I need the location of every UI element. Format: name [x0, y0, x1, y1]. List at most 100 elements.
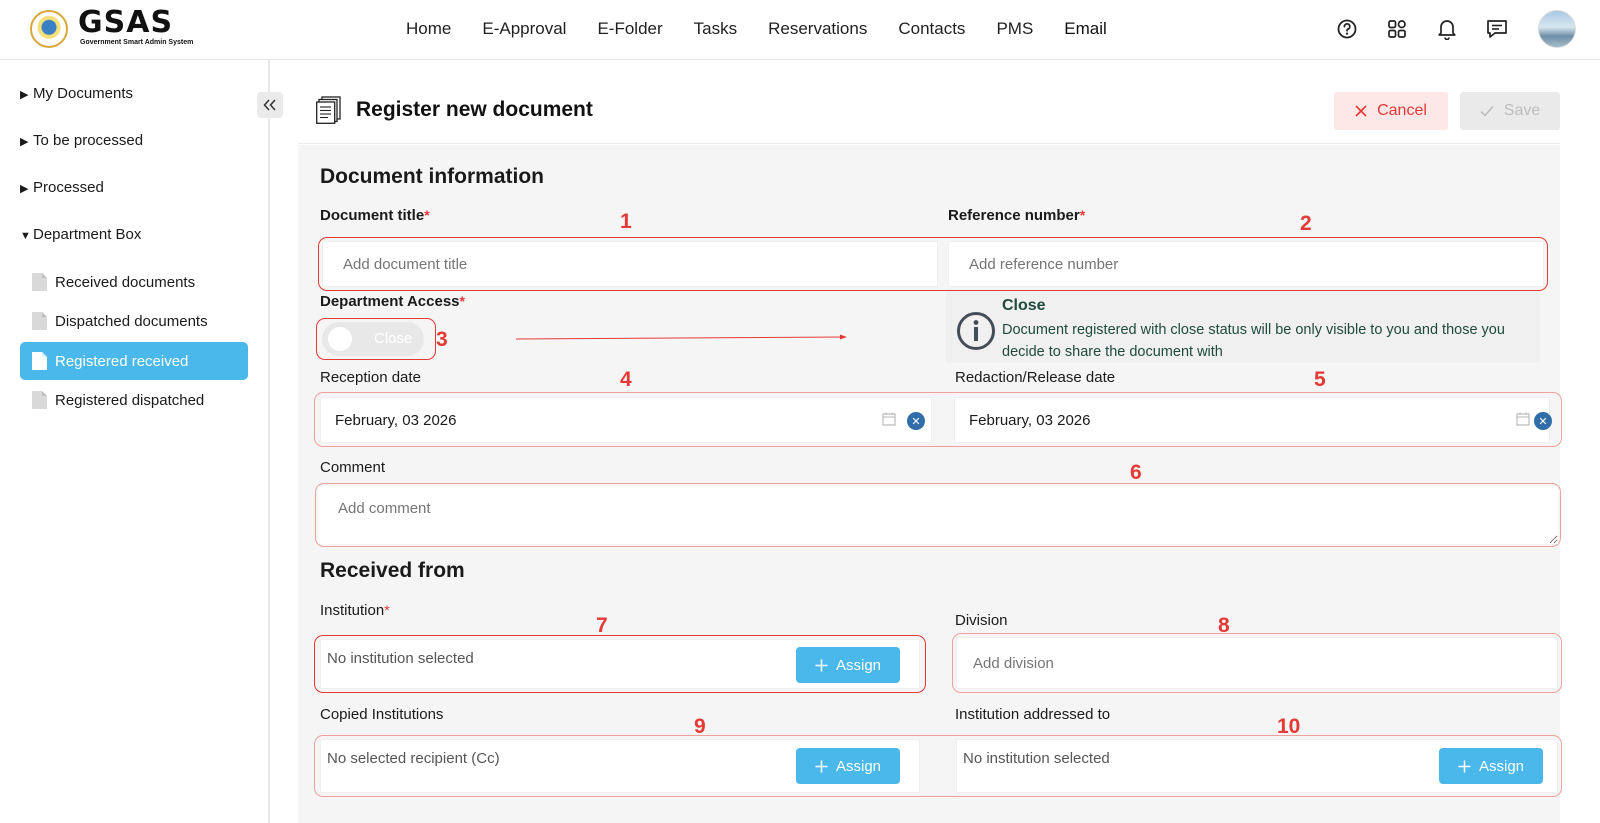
sidebar-item-registered-dispatched[interactable]: Registered dispatched: [20, 381, 248, 419]
division-label: Division: [955, 612, 1008, 629]
sidebar-item-received-documents[interactable]: Received documents: [20, 263, 248, 301]
calendar-icon[interactable]: [1516, 412, 1530, 426]
nav-reservations[interactable]: Reservations: [768, 18, 867, 40]
app-logo[interactable]: GSAS Government Smart Admin System: [30, 8, 205, 52]
assign-addressed-to-button[interactable]: Assign: [1439, 748, 1543, 784]
department-access-label: Department Access*: [320, 293, 465, 310]
sidebar-group-to-be-processed[interactable]: ▶ To be processed: [20, 131, 143, 152]
apps-grid-icon[interactable]: [1384, 16, 1410, 42]
sidebar-group-label: Department Box: [33, 226, 142, 243]
document-stack-icon: [316, 96, 341, 124]
cancel-button[interactable]: Cancel: [1334, 92, 1448, 130]
annotation-arrow: [516, 334, 847, 340]
page-header: Register new document Cancel Save: [298, 88, 1560, 144]
plus-icon: [1458, 760, 1471, 772]
sidebar-group-label: Processed: [33, 179, 104, 196]
required-mark: *: [424, 207, 430, 223]
document-title-label: Document title*: [320, 207, 430, 224]
sidebar-group-department-box[interactable]: ▼ Department Box: [20, 225, 141, 246]
plus-icon: [815, 659, 828, 671]
caret-right-icon: ▶: [20, 89, 29, 101]
close-icon: [1355, 105, 1367, 117]
cancel-label: Cancel: [1377, 102, 1427, 119]
assign-label: Assign: [835, 757, 882, 775]
document-icon: [32, 352, 47, 370]
nav-tasks[interactable]: Tasks: [694, 18, 737, 40]
annotation-number-3: 3: [436, 328, 448, 351]
division-input[interactable]: [956, 637, 1558, 689]
nav-e-folder[interactable]: E-Folder: [597, 18, 662, 40]
assign-label: Assign: [835, 656, 882, 674]
sidebar-group-processed[interactable]: ▶ Processed: [20, 178, 104, 199]
bell-icon[interactable]: [1434, 16, 1460, 42]
calendar-icon[interactable]: [882, 412, 896, 426]
sidebar-item-registered-received[interactable]: Registered received: [20, 342, 248, 380]
toggle-text: Close: [374, 330, 413, 347]
logo-subtitle: Government Smart Admin System: [80, 39, 194, 46]
comment-textarea[interactable]: [318, 486, 1558, 544]
release-date-label: Redaction/Release date: [955, 369, 1116, 386]
institution-empty-text: No institution selected: [327, 650, 474, 667]
annotation-number-5: 5: [1314, 368, 1326, 391]
reception-date-input[interactable]: February, 03 2026: [320, 397, 932, 443]
help-icon[interactable]: [1334, 16, 1360, 42]
department-access-toggle[interactable]: Close: [322, 322, 424, 356]
annotation-number-4: 4: [620, 368, 632, 391]
section-title-document-information: Document information: [320, 165, 544, 188]
copied-institutions-empty-text: No selected recipient (Cc): [327, 750, 500, 767]
assign-label: Assign: [1478, 757, 1525, 775]
sidebar-group-label: To be processed: [33, 132, 144, 149]
document-icon: [32, 273, 47, 291]
government-seal-icon: [30, 10, 68, 48]
sidebar-item-label: Registered dispatched: [55, 391, 205, 409]
toggle-knob: [328, 327, 352, 351]
top-icons: [1310, 10, 1576, 48]
annotation-number-1: 1: [620, 210, 632, 233]
save-button[interactable]: Save: [1460, 92, 1560, 130]
copied-institutions-label: Copied Institutions: [320, 706, 444, 723]
main-nav: Home E-Approval E-Folder Tasks Reservati…: [406, 18, 1107, 40]
nav-email[interactable]: Email: [1064, 18, 1107, 40]
sidebar-item-label: Registered received: [55, 352, 189, 370]
user-avatar[interactable]: [1538, 10, 1576, 48]
sidebar: ▶ My Documents ▶ To be processed ▶ Processe…: [0, 60, 283, 823]
assign-institution-button[interactable]: Assign: [796, 647, 900, 683]
sidebar-item-dispatched-documents[interactable]: Dispatched documents: [20, 302, 248, 340]
assign-copied-institutions-button[interactable]: Assign: [796, 748, 900, 784]
annotation-number-2: 2: [1300, 212, 1312, 235]
collapse-sidebar-button[interactable]: [257, 92, 283, 118]
caret-down-icon: ▼: [20, 230, 31, 242]
access-info-panel: Close Document registered with close sta…: [946, 291, 1540, 363]
nav-e-approval[interactable]: E-Approval: [482, 18, 566, 40]
chat-icon[interactable]: [1484, 16, 1510, 42]
annotation-number-6: 6: [1130, 461, 1142, 484]
document-title-input[interactable]: [322, 241, 938, 287]
reference-number-input[interactable]: [948, 241, 1544, 287]
release-date-input[interactable]: February, 03 2026: [954, 397, 1550, 443]
reception-date-value: February, 03 2026: [335, 411, 457, 429]
comment-label: Comment: [320, 459, 386, 476]
sidebar-item-label: Dispatched documents: [55, 312, 208, 330]
sidebar-item-label: Received documents: [55, 273, 196, 291]
caret-right-icon: ▶: [20, 183, 29, 195]
info-icon: [957, 312, 995, 350]
sidebar-group-label: My Documents: [33, 85, 134, 102]
sidebar-group-my-documents[interactable]: ▶ My Documents: [20, 84, 133, 105]
document-icon: [32, 391, 47, 409]
logo-text: GSAS: [78, 5, 174, 40]
save-label: Save: [1503, 102, 1541, 119]
nav-pms[interactable]: PMS: [996, 18, 1033, 40]
institution-label: Institution*: [320, 602, 390, 619]
reference-number-label: Reference number*: [948, 207, 1086, 224]
clear-date-icon[interactable]: ✕: [907, 412, 925, 430]
access-info-text: Document registered with close status wi…: [1002, 322, 1505, 360]
nav-home[interactable]: Home: [406, 18, 451, 40]
document-icon: [32, 312, 47, 330]
addressed-to-label: Institution addressed to: [955, 706, 1111, 723]
check-icon: [1480, 105, 1494, 117]
access-info-title: Close: [1002, 297, 1046, 314]
required-mark: *: [384, 602, 390, 618]
nav-contacts[interactable]: Contacts: [898, 18, 965, 40]
clear-date-icon[interactable]: ✕: [1534, 412, 1552, 430]
required-mark: *: [459, 293, 465, 309]
